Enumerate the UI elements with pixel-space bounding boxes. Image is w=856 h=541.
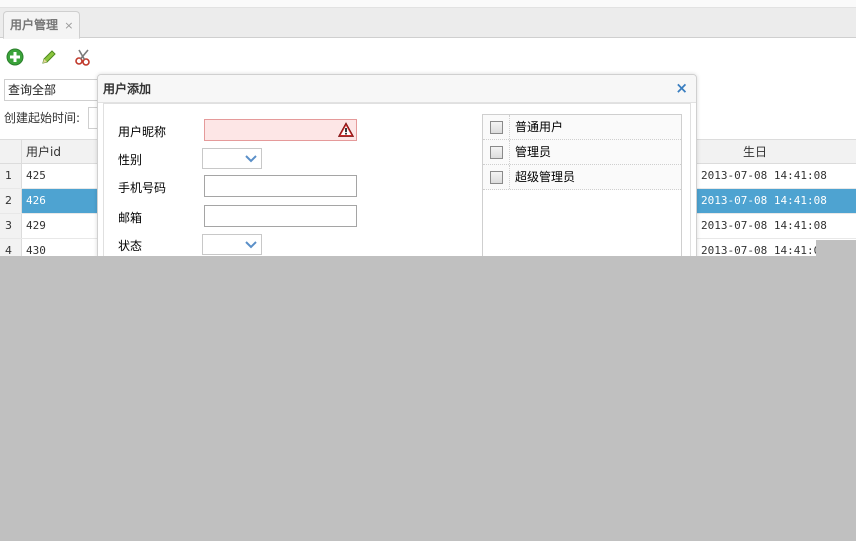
create-start-label: 创建起始时间: [4, 111, 81, 125]
cell-user-id: 426 [22, 189, 98, 213]
phone-label: 手机号码 [118, 181, 167, 195]
phone-input[interactable] [204, 175, 357, 197]
delete-button[interactable] [73, 47, 93, 67]
dialog-titlebar[interactable]: 用户添加 × [98, 75, 696, 103]
row-number: 2 [0, 189, 22, 213]
row-number: 3 [0, 214, 22, 238]
add-icon [6, 48, 24, 66]
add-button[interactable] [5, 47, 25, 67]
email-label: 邮箱 [118, 211, 143, 225]
user-add-dialog: 用户添加 × 用户昵称 性别 手机号码 邮箱 状态 普通用户 管理员 超级管理员 [97, 74, 697, 256]
checkbox-cell [483, 115, 510, 139]
email-input[interactable] [204, 205, 357, 227]
gender-select[interactable] [202, 148, 262, 169]
role-item-super-admin[interactable]: 超级管理员 [483, 165, 681, 190]
row-number: 4 [0, 239, 22, 256]
warning-icon [338, 122, 354, 137]
role-label: 管理员 [515, 145, 552, 159]
cell-birthday: 2013-07-08 14:41:08 [701, 169, 827, 182]
nickname-label: 用户昵称 [118, 125, 167, 139]
nickname-input[interactable] [204, 119, 357, 141]
toolbar [0, 39, 856, 75]
tab-close-icon[interactable]: × [64, 19, 73, 32]
role-list: 普通用户 管理员 超级管理员 [482, 114, 682, 256]
row-number: 1 [0, 164, 22, 188]
role-label: 超级管理员 [515, 170, 576, 184]
cell-birthday: 2013-07-08 14:41:08 [701, 244, 827, 256]
status-label: 状态 [118, 239, 143, 253]
gender-label: 性别 [118, 153, 143, 167]
cell-user-id: 425 [26, 169, 46, 182]
cell-birthday: 2013-07-08 14:41:08 [701, 194, 827, 207]
tab-bar: 用户管理 × [0, 8, 856, 39]
role-item-admin[interactable]: 管理员 [483, 140, 681, 165]
dialog-body: 用户昵称 性别 手机号码 邮箱 状态 普通用户 管理员 超级管理员 [103, 103, 691, 256]
cell-user-id: 429 [26, 219, 46, 232]
chevron-down-icon [241, 235, 261, 254]
role-item-normal-user[interactable]: 普通用户 [483, 115, 681, 140]
edit-button[interactable] [39, 47, 59, 67]
role-label: 普通用户 [515, 120, 564, 134]
column-header-user-id[interactable]: 用户id [26, 140, 61, 164]
role-checkbox[interactable] [489, 170, 503, 184]
row-number-header [0, 140, 22, 164]
top-strip [0, 0, 856, 8]
edit-icon [42, 50, 56, 64]
role-checkbox[interactable] [489, 145, 503, 159]
dialog-title: 用户添加 [103, 82, 152, 96]
status-select[interactable] [202, 234, 262, 255]
tab-label: 用户管理 [10, 18, 59, 32]
overlay-corner [816, 240, 856, 256]
cell-user-id: 430 [26, 244, 46, 256]
close-icon[interactable]: × [675, 79, 688, 97]
checkbox-cell [483, 165, 510, 189]
query-select[interactable]: 查询全部 [4, 79, 104, 101]
column-header-birthday[interactable]: 生日 [743, 140, 767, 164]
scissors-icon [75, 49, 90, 66]
tab-user-management[interactable]: 用户管理 × [3, 11, 80, 39]
role-checkbox[interactable] [489, 120, 503, 134]
chevron-down-icon [241, 149, 261, 168]
cell-birthday: 2013-07-08 14:41:08 [701, 219, 827, 232]
checkbox-cell [483, 140, 510, 164]
app-window: 用户管理 × 查询全部 创建起始时间: 用户id 生日 1 425 2013-0… [0, 0, 856, 256]
